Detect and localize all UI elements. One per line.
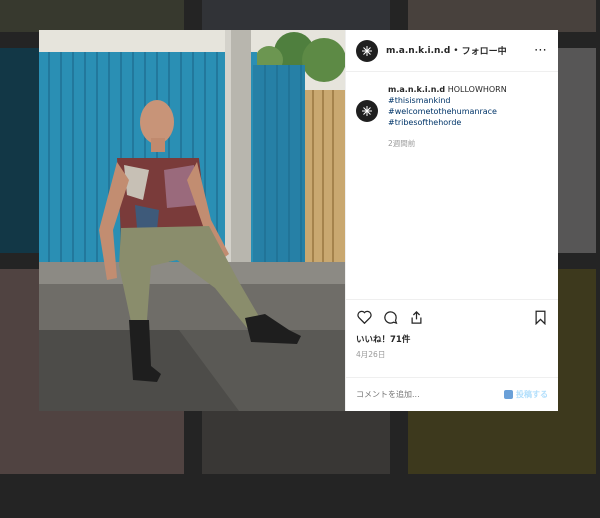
post-side-panel: m.a.n.k.i.n.d • フォロー中 ⋯ m.a.n.k.i.n.d HO…	[345, 30, 558, 411]
post-actions: いいね！71件 4月26日	[346, 299, 558, 377]
likes-count[interactable]: いいね！71件	[356, 333, 548, 345]
comment-input[interactable]	[356, 390, 504, 399]
header-username-link[interactable]: m.a.n.k.i.n.d	[386, 46, 450, 56]
input-method-icon	[504, 390, 513, 399]
post-comment-label: 投稿する	[516, 390, 548, 399]
mankind-logo-icon[interactable]	[356, 39, 378, 62]
caption-timestamp: 2週間前	[388, 139, 416, 148]
post-comment-button[interactable]: 投稿する	[504, 389, 548, 400]
separator-dot: •	[453, 45, 459, 56]
post-modal: m.a.n.k.i.n.d • フォロー中 ⋯ m.a.n.k.i.n.d HO…	[39, 30, 558, 411]
hashtag-link[interactable]: #tribesofthehorde	[388, 117, 507, 128]
post-date: 4月26日	[356, 350, 386, 359]
bookmark-icon[interactable]	[532, 309, 548, 325]
mankind-logo-icon[interactable]	[356, 100, 378, 122]
post-header: m.a.n.k.i.n.d • フォロー中 ⋯	[346, 30, 558, 72]
post-image[interactable]	[39, 30, 345, 411]
comment-icon[interactable]	[382, 309, 398, 325]
comment-bar: 投稿する	[346, 377, 558, 411]
caption-body: m.a.n.k.i.n.d HOLLOWHORN #thisismankind …	[388, 84, 507, 149]
action-icons-row	[356, 308, 548, 326]
caption-text: HOLLOWHORN	[447, 85, 507, 94]
heart-icon[interactable]	[356, 309, 372, 325]
hashtag-link[interactable]: #welcometothehumanrace	[388, 106, 507, 117]
share-icon[interactable]	[408, 309, 424, 325]
post-photo-illustration	[39, 30, 345, 411]
following-button[interactable]: フォロー中	[462, 44, 507, 57]
hashtag-link[interactable]: #thisismankind	[388, 95, 507, 106]
post-caption: m.a.n.k.i.n.d HOLLOWHORN #thisismankind …	[346, 72, 558, 299]
more-horizontal-icon[interactable]: ⋯	[534, 44, 548, 57]
caption-username-link[interactable]: m.a.n.k.i.n.d	[388, 85, 445, 94]
